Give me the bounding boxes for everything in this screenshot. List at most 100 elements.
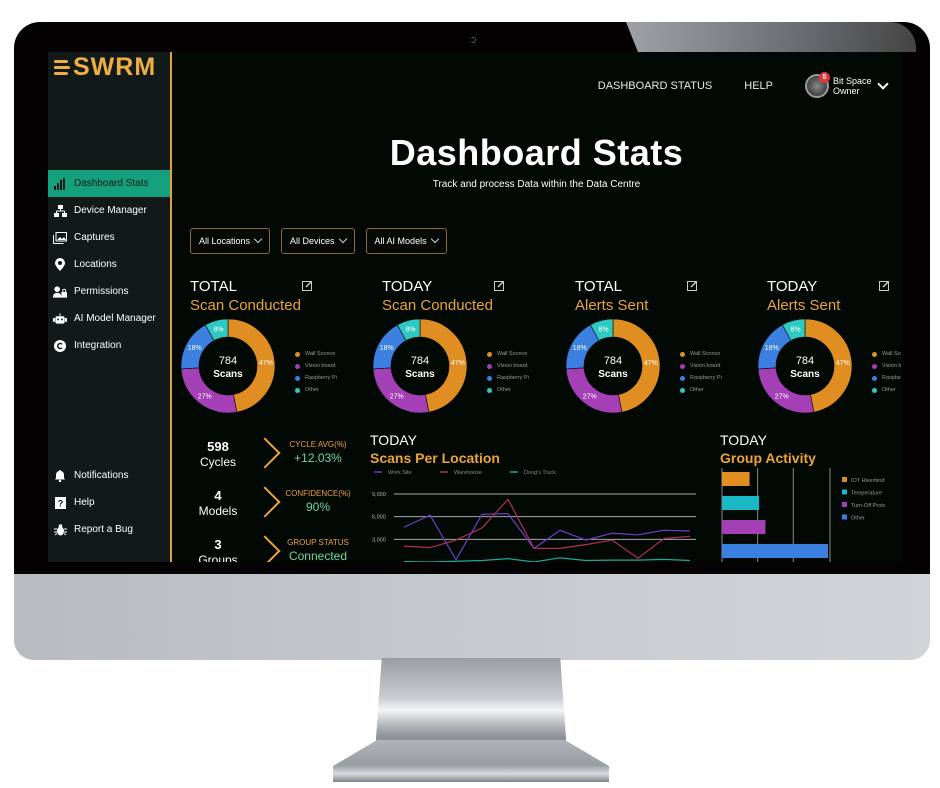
stat-row-models[interactable]: 4 Models CONFIDENCE(%) 90% xyxy=(186,485,366,534)
y-tick-label: 6,000 xyxy=(372,515,386,521)
legend-swatch xyxy=(487,351,492,357)
legend-swatch xyxy=(295,363,300,369)
notification-badge: 5 xyxy=(819,72,830,83)
sidebar-item-captures[interactable]: Captures xyxy=(48,224,170,251)
camera-icon xyxy=(470,37,476,43)
legend-label: Raspberry Pi xyxy=(690,375,722,381)
donut-center-label: Scans xyxy=(405,369,435,380)
donut-legend: Wall Sconce Vision board Raspberry Pi Other xyxy=(487,348,529,396)
legend-swatch xyxy=(295,351,300,357)
stat-value: 598 xyxy=(207,439,229,454)
chevron-down-icon xyxy=(430,234,439,244)
legend-item: Raspberry Pi xyxy=(295,372,337,384)
sidebar-item-notifications[interactable]: Notifications xyxy=(48,462,170,489)
card-title: Scans Per Location xyxy=(370,450,500,466)
devices-filter[interactable]: All Devices xyxy=(281,228,355,254)
sidebar-item-ai-model-manager[interactable]: AI Model Manager xyxy=(48,305,170,332)
avatar[interactable]: 5 xyxy=(805,72,830,98)
legend-swatch xyxy=(680,363,685,369)
ai-models-filter[interactable]: All AI Models xyxy=(365,228,447,254)
legend-label: Raspberry Pi xyxy=(497,375,529,381)
legend-label: Wall Sconce xyxy=(497,351,528,357)
legend-item: Raspberry Pi xyxy=(872,372,901,384)
legend-label: Vision board xyxy=(305,363,336,369)
donut-slice-label: 27% xyxy=(390,394,404,401)
edit-icon[interactable] xyxy=(879,280,890,291)
stat-label: Cycles xyxy=(199,455,236,469)
page-subtitle: Track and process Data within the Data C… xyxy=(432,179,641,190)
scans-per-location-card: TODAY Scans Per Location Work Site Wareho… xyxy=(370,432,710,562)
top-nav: DASHBOARD STATUS HELP 5 Bit Space Owner xyxy=(598,72,889,98)
help-link[interactable]: HELP xyxy=(744,80,773,92)
legend-swatch xyxy=(872,375,877,381)
stat-value: 4 xyxy=(214,488,222,503)
card-title: Group Activity xyxy=(720,450,816,466)
donut-slice-label: 18% xyxy=(573,345,587,352)
donut-card-total-alerts: TOTAL Alerts Sent 47% 27% 18% 8% 784 Scans Wa… xyxy=(565,278,755,428)
legend-label: Turn-Off Protc xyxy=(851,503,886,509)
bar xyxy=(722,496,760,510)
stat-metric-label: CONFIDENCE(%) xyxy=(285,489,351,498)
sidebar-item-label: Dashboard Stats xyxy=(74,178,149,189)
edit-icon[interactable] xyxy=(687,280,698,291)
svg-text:?: ? xyxy=(57,498,63,508)
sidebar-item-label: AI Model Manager xyxy=(74,313,156,324)
legend-label: Wall Sconce xyxy=(690,351,721,357)
legend-item: Wall Sconce xyxy=(487,348,529,360)
donut-center-value: 784 xyxy=(219,355,237,367)
legend-label: Temperature xyxy=(851,491,882,497)
sidebar-item-device-manager[interactable]: Device Manager xyxy=(48,197,170,224)
sidebar-item-label: Permissions xyxy=(74,286,129,297)
sidebar-item-label: Integration xyxy=(74,340,122,351)
app-screen: SWRM Dashboard Stats Device Manager Capt… xyxy=(48,52,901,562)
donut-slice-label: 8% xyxy=(790,327,800,334)
edit-icon[interactable] xyxy=(302,280,313,291)
sidebar-item-label: Notifications xyxy=(74,470,129,481)
legend-label: Wall Sconce xyxy=(882,351,901,357)
legend-item: Vision board xyxy=(872,360,901,372)
network-icon xyxy=(53,204,67,218)
sidebar-item-label: Help xyxy=(74,497,95,508)
card-kicker: TODAY xyxy=(767,278,818,295)
stat-row-groups[interactable]: 3 Groups GROUP STATUS Connected xyxy=(186,534,366,562)
donut-chart: 47% 27% 18% 8% 784 Scans xyxy=(757,318,853,414)
legend-label: Vision board xyxy=(690,363,721,369)
donut-chart: 47% 27% 18% 8% 784 Scans xyxy=(180,318,276,414)
legend-swatch xyxy=(680,351,685,357)
sidebar-item-permissions[interactable]: Permissions xyxy=(48,278,170,305)
sidebar-item-dashboard-stats[interactable]: Dashboard Stats xyxy=(48,170,170,197)
stat-row-cycles[interactable]: 598 Cycles CYCLE AVG(%) +12.03% xyxy=(186,436,366,485)
donut-slice-label: 47% xyxy=(451,360,465,367)
donut-center-value: 784 xyxy=(604,355,622,367)
chevron-down-icon[interactable] xyxy=(877,78,889,90)
logo[interactable]: SWRM xyxy=(54,53,156,81)
legend-label: Work Site xyxy=(388,470,412,476)
legend-item: Vision board xyxy=(680,360,722,372)
sidebar-item-help[interactable]: ? Help xyxy=(48,489,170,516)
donut-center-label: Scans xyxy=(598,369,628,380)
sidebar-item-label: Locations xyxy=(74,259,117,270)
bell-icon xyxy=(53,469,67,483)
dashboard-status-link[interactable]: DASHBOARD STATUS xyxy=(598,80,713,92)
legend-item: Raspberry Pi xyxy=(487,372,529,384)
donut-center-value: 784 xyxy=(411,355,429,367)
legend-item: Wall Sconce xyxy=(680,348,722,360)
edit-icon[interactable] xyxy=(494,280,505,291)
sidebar-item-report-bug[interactable]: Report a Bug xyxy=(48,516,170,543)
donut-slice-label: 47% xyxy=(644,360,658,367)
sidebar-item-locations[interactable]: Locations xyxy=(48,251,170,278)
bar-chart-icon xyxy=(53,177,67,191)
legend-swatch xyxy=(842,489,847,495)
sidebar-item-integration[interactable]: Integration xyxy=(48,332,170,359)
line-chart: Work Site Warehouse Doug's Truck 9,000 6,000… xyxy=(372,470,696,562)
card-kicker: TODAY xyxy=(370,432,417,448)
image-gallery-icon xyxy=(53,231,67,245)
stat-label: Groups xyxy=(198,553,238,562)
legend-label: Other xyxy=(851,516,865,522)
locations-filter[interactable]: All Locations xyxy=(190,228,271,254)
bar xyxy=(722,544,828,558)
user-menu[interactable]: 5 Bit Space Owner xyxy=(805,72,889,98)
donut-card-total-scans: TOTAL Scan Conducted 47% 27% 18% 8% 784 Scans… xyxy=(180,278,370,428)
donut-slice-label: 47% xyxy=(259,360,273,367)
legend-swatch xyxy=(295,375,300,381)
